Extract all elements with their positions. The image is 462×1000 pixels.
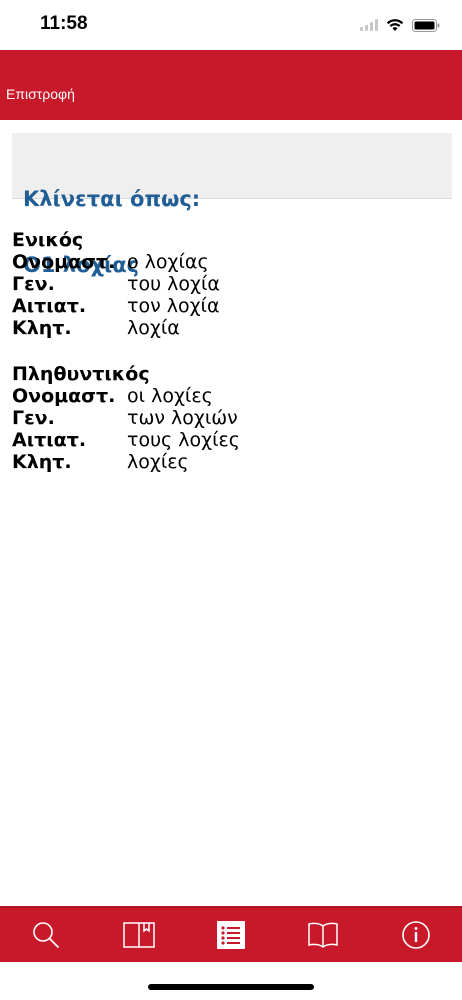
- header-line-1: Κλίνεται όπως:: [23, 187, 201, 211]
- case-value: τους λοχίες: [127, 429, 240, 451]
- singular-row-nominative: Ονομαστ. ο λοχίας: [12, 251, 220, 273]
- search-icon: [33, 922, 60, 948]
- tab-bar: [0, 906, 462, 962]
- tab-dictionary[interactable]: [277, 908, 369, 962]
- tab-search[interactable]: [0, 908, 92, 962]
- tab-info[interactable]: [370, 908, 462, 962]
- plural-title: Πληθυντικός: [12, 363, 150, 385]
- wifi-icon: [386, 18, 404, 31]
- case-label: Γεν.: [12, 407, 55, 429]
- case-value: τον λοχία: [127, 295, 220, 317]
- navigation-bar: Επιστροφή: [0, 50, 462, 120]
- plural-row-nominative: Ονομαστ. οι λοχίες: [12, 385, 240, 407]
- battery-icon: [412, 18, 440, 32]
- signal-icon: [360, 19, 378, 31]
- case-value: ο λοχίας: [127, 251, 209, 273]
- singular-row-vocative: Κλητ. λοχία: [12, 317, 220, 339]
- case-label: Ονομαστ.: [12, 251, 116, 273]
- case-value: των λοχιών: [127, 407, 238, 429]
- open-book-icon: [308, 922, 339, 948]
- case-value: λοχίες: [127, 451, 189, 473]
- case-label: Κλητ.: [12, 317, 72, 339]
- back-button[interactable]: Επιστροφή: [6, 86, 75, 102]
- tab-bookmarks[interactable]: [92, 908, 184, 962]
- case-value: οι λοχίες: [127, 385, 213, 407]
- plural-row-accusative: Αιτιατ. τους λοχίες: [12, 429, 240, 451]
- info-icon: [402, 921, 430, 949]
- status-icons: [360, 14, 440, 36]
- status-bar: 11:58: [0, 0, 462, 50]
- plural-section: Πληθυντικός Ονομαστ. οι λοχίες Γεν. των …: [12, 363, 240, 473]
- singular-row-genitive: Γεν. του λοχία: [12, 273, 220, 295]
- singular-row-accusative: Αιτιατ. τον λοχία: [12, 295, 220, 317]
- singular-title: Ενικός: [12, 229, 84, 251]
- plural-row-vocative: Κλητ. λοχίες: [12, 451, 240, 473]
- case-value: λοχία: [127, 317, 180, 339]
- case-value: του λοχία: [127, 273, 220, 295]
- case-label: Αιτιατ.: [12, 295, 87, 317]
- status-time: 11:58: [40, 13, 88, 34]
- home-indicator[interactable]: [148, 984, 314, 990]
- case-label: Ονομαστ.: [12, 385, 116, 407]
- case-label: Κλητ.: [12, 451, 72, 473]
- tab-list[interactable]: [185, 908, 277, 962]
- case-label: Αιτιατ.: [12, 429, 87, 451]
- singular-section: Ενικός Ονομαστ. ο λοχίας Γεν. του λοχία …: [12, 229, 220, 339]
- case-label: Γεν.: [12, 273, 55, 295]
- bookmark-book-icon: [122, 922, 155, 948]
- list-icon: [217, 921, 246, 949]
- plural-row-genitive: Γεν. των λοχιών: [12, 407, 240, 429]
- declension-header: Κλίνεται όπως: O1 λοχίας: [12, 133, 452, 276]
